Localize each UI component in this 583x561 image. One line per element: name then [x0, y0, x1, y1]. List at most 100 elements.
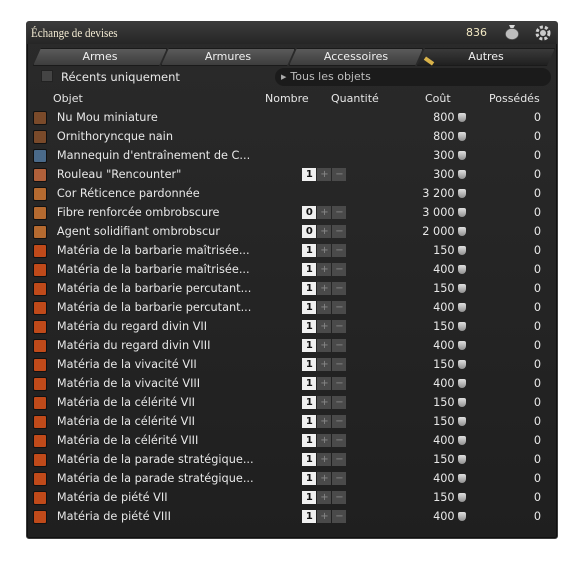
- quantity-value[interactable]: 1: [302, 396, 317, 410]
- item-row[interactable]: Matéria de piété VII 1 + − 150 0: [31, 488, 553, 507]
- item-row[interactable]: Matéria de la vivacité VII 1 + − 150 0: [31, 355, 553, 374]
- item-row[interactable]: Matéria de la barbarie maîtrisée... 1 + …: [31, 241, 553, 260]
- plus-button[interactable]: +: [317, 225, 332, 239]
- plus-button[interactable]: +: [317, 244, 332, 258]
- item-row[interactable]: Matéria de la célérité VIII 1 + − 400 0: [31, 431, 553, 450]
- quantity-value[interactable]: 1: [302, 320, 317, 334]
- quantity-stepper[interactable]: 1 + −: [302, 358, 347, 372]
- item-row[interactable]: Matéria de la vivacité VIII 1 + − 400 0: [31, 374, 553, 393]
- minus-button[interactable]: −: [332, 396, 347, 410]
- quantity-value[interactable]: 1: [302, 358, 317, 372]
- plus-button[interactable]: +: [317, 453, 332, 467]
- quantity-stepper[interactable]: 1 + −: [302, 510, 347, 524]
- quantity-stepper[interactable]: 0 + −: [302, 206, 347, 220]
- quantity-stepper[interactable]: 1 + −: [302, 453, 347, 467]
- plus-button[interactable]: +: [317, 263, 332, 277]
- quantity-stepper[interactable]: 1 + −: [302, 282, 347, 296]
- item-row[interactable]: Cor Réticence pardonnée 3 200 0: [31, 184, 553, 203]
- quantity-stepper[interactable]: 1 + −: [302, 263, 347, 277]
- quantity-stepper[interactable]: 1 + −: [302, 377, 347, 391]
- item-row[interactable]: Agent solidifiant ombrobscur 0 + − 2 000…: [31, 222, 553, 241]
- plus-button[interactable]: +: [317, 434, 332, 448]
- column-header-item[interactable]: Objet: [53, 92, 83, 105]
- quantity-stepper[interactable]: 1 + −: [302, 396, 347, 410]
- tab-autres[interactable]: Autres: [417, 48, 555, 66]
- item-row[interactable]: Matéria de la célérité VII 1 + − 150 0: [31, 393, 553, 412]
- column-header-owned[interactable]: Possédés: [489, 92, 540, 105]
- minus-button[interactable]: −: [332, 415, 347, 429]
- item-row[interactable]: Nu Mou miniature 800 0: [31, 108, 553, 127]
- quantity-value[interactable]: 1: [302, 377, 317, 391]
- item-row[interactable]: Mannequin d'entraînement de C... 300 0: [31, 146, 553, 165]
- minus-button[interactable]: −: [332, 453, 347, 467]
- minus-button[interactable]: −: [332, 491, 347, 505]
- item-row[interactable]: Matéria de la barbarie percutant... 1 + …: [31, 279, 553, 298]
- quantity-value[interactable]: 1: [302, 282, 317, 296]
- recent-only-checkbox[interactable]: Récents uniquement: [41, 70, 180, 84]
- column-header-quantity[interactable]: Quantité: [331, 92, 379, 105]
- tab-accessoires[interactable]: Accessoires: [289, 48, 423, 66]
- item-row[interactable]: Matéria de la parade stratégique... 1 + …: [31, 450, 553, 469]
- minus-button[interactable]: −: [332, 339, 347, 353]
- minus-button[interactable]: −: [332, 301, 347, 315]
- item-row[interactable]: Matéria du regard divin VII 1 + − 150 0: [31, 317, 553, 336]
- quantity-value[interactable]: 1: [302, 301, 317, 315]
- minus-button[interactable]: −: [332, 358, 347, 372]
- minus-button[interactable]: −: [332, 263, 347, 277]
- quantity-stepper[interactable]: 0 + −: [302, 225, 347, 239]
- quantity-value[interactable]: 1: [302, 415, 317, 429]
- item-row[interactable]: Matéria de piété VIII 1 + − 400 0: [31, 507, 553, 526]
- item-row[interactable]: Matéria de la barbarie percutant... 1 + …: [31, 298, 553, 317]
- quantity-stepper[interactable]: 1 + −: [302, 339, 347, 353]
- quantity-stepper[interactable]: 1 + −: [302, 301, 347, 315]
- minus-button[interactable]: −: [332, 168, 347, 182]
- quantity-value[interactable]: 1: [302, 510, 317, 524]
- quantity-value[interactable]: 1: [302, 453, 317, 467]
- minus-button[interactable]: −: [332, 434, 347, 448]
- quantity-stepper[interactable]: 1 + −: [302, 168, 347, 182]
- quantity-value[interactable]: 1: [302, 168, 317, 182]
- item-row[interactable]: Ornithoryncque nain 800 0: [31, 127, 553, 146]
- plus-button[interactable]: +: [317, 510, 332, 524]
- quantity-stepper[interactable]: 1 + −: [302, 472, 347, 486]
- minus-button[interactable]: −: [332, 510, 347, 524]
- minus-button[interactable]: −: [332, 244, 347, 258]
- item-row[interactable]: Matéria de la célérité VII 1 + − 150 0: [31, 412, 553, 431]
- quantity-value[interactable]: 1: [302, 263, 317, 277]
- quantity-stepper[interactable]: 1 + −: [302, 434, 347, 448]
- minus-button[interactable]: −: [332, 206, 347, 220]
- plus-button[interactable]: +: [317, 377, 332, 391]
- item-row[interactable]: Matéria du regard divin VIII 1 + − 400 0: [31, 336, 553, 355]
- plus-button[interactable]: +: [317, 415, 332, 429]
- item-row[interactable]: Fibre renforcée ombrobscure 0 + − 3 000 …: [31, 203, 553, 222]
- tab-armes[interactable]: Armes: [33, 48, 167, 66]
- quantity-value[interactable]: 1: [302, 491, 317, 505]
- plus-button[interactable]: +: [317, 282, 332, 296]
- minus-button[interactable]: −: [332, 472, 347, 486]
- minus-button[interactable]: −: [332, 320, 347, 334]
- gear-icon[interactable]: [533, 23, 553, 43]
- quantity-stepper[interactable]: 1 + −: [302, 491, 347, 505]
- quantity-value[interactable]: 1: [302, 472, 317, 486]
- quantity-value[interactable]: 1: [302, 434, 317, 448]
- plus-button[interactable]: +: [317, 206, 332, 220]
- item-row[interactable]: Rouleau "Rencounter" 1 + − 300 0: [31, 165, 553, 184]
- category-filter-select[interactable]: ▶ Tous les objets: [275, 68, 551, 86]
- minus-button[interactable]: −: [332, 225, 347, 239]
- tab-armures[interactable]: Armures: [161, 48, 295, 66]
- plus-button[interactable]: +: [317, 358, 332, 372]
- plus-button[interactable]: +: [317, 301, 332, 315]
- quantity-value[interactable]: 0: [302, 225, 317, 239]
- quantity-stepper[interactable]: 1 + −: [302, 244, 347, 258]
- quantity-value[interactable]: 0: [302, 206, 317, 220]
- plus-button[interactable]: +: [317, 320, 332, 334]
- column-header-count[interactable]: Nombre: [265, 92, 309, 105]
- plus-button[interactable]: +: [317, 396, 332, 410]
- plus-button[interactable]: +: [317, 168, 332, 182]
- plus-button[interactable]: +: [317, 472, 332, 486]
- column-header-cost[interactable]: Coût: [425, 92, 451, 105]
- minus-button[interactable]: −: [332, 282, 347, 296]
- plus-button[interactable]: +: [317, 339, 332, 353]
- quantity-value[interactable]: 1: [302, 244, 317, 258]
- quantity-value[interactable]: 1: [302, 339, 317, 353]
